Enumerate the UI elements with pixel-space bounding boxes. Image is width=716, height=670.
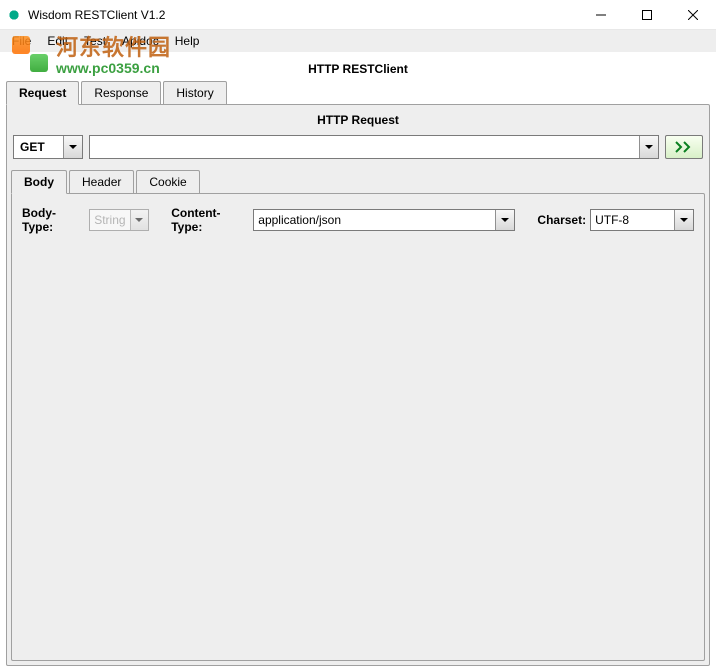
double-chevron-right-icon (675, 141, 693, 153)
body-type-value: String (90, 210, 129, 230)
tab-header[interactable]: Header (69, 170, 134, 194)
url-input[interactable] (89, 135, 659, 159)
tab-body[interactable]: Body (11, 170, 67, 194)
http-request-title: HTTP Request (11, 109, 705, 131)
chevron-down-icon (130, 210, 149, 230)
content-type-value: application/json (254, 210, 495, 230)
main-tab-strip: Request Response History (6, 81, 710, 105)
menubar: File Edit Test Apidoc Help (0, 30, 716, 52)
body-fields-row: Body-Type: String Content-Type: applicat… (16, 198, 700, 240)
chevron-down-icon[interactable] (639, 136, 658, 158)
body-panel: Body-Type: String Content-Type: applicat… (11, 193, 705, 661)
url-value[interactable] (90, 136, 639, 158)
chevron-down-icon[interactable] (495, 210, 514, 230)
menu-test[interactable]: Test (76, 32, 114, 50)
menu-help[interactable]: Help (167, 32, 208, 50)
tab-response[interactable]: Response (81, 81, 161, 105)
tab-history[interactable]: History (163, 81, 226, 105)
content-type-label: Content-Type: (171, 206, 249, 234)
request-row: GET (11, 131, 705, 163)
request-panel: HTTP Request GET Body Header Cookie (6, 104, 710, 666)
minimize-button[interactable] (578, 0, 624, 30)
request-sub-tabs: Body Header Cookie Body-Type: String Con… (11, 169, 705, 661)
client-area: HTTP RESTClient Request Response History… (0, 52, 716, 670)
window-controls (578, 0, 716, 30)
body-type-label: Body-Type: (22, 206, 85, 234)
chevron-down-icon[interactable] (674, 210, 693, 230)
app-title: HTTP RESTClient (6, 56, 710, 80)
body-type-select: String (89, 209, 149, 231)
menu-edit[interactable]: Edit (39, 32, 76, 50)
titlebar: Wisdom RESTClient V1.2 (0, 0, 716, 30)
menu-file[interactable]: File (4, 32, 39, 50)
tab-request[interactable]: Request (6, 81, 79, 105)
charset-select[interactable]: UTF-8 (590, 209, 694, 231)
http-method-value: GET (14, 136, 63, 158)
body-textarea[interactable] (16, 242, 700, 656)
window-title: Wisdom RESTClient V1.2 (28, 8, 578, 22)
menu-apidoc[interactable]: Apidoc (114, 32, 167, 50)
http-method-select[interactable]: GET (13, 135, 83, 159)
maximize-button[interactable] (624, 0, 670, 30)
close-button[interactable] (670, 0, 716, 30)
send-button[interactable] (665, 135, 703, 159)
charset-label: Charset: (537, 213, 586, 227)
tab-cookie[interactable]: Cookie (136, 170, 199, 194)
chevron-down-icon[interactable] (63, 136, 82, 158)
content-type-select[interactable]: application/json (253, 209, 515, 231)
app-icon (6, 7, 22, 23)
charset-value: UTF-8 (591, 210, 674, 230)
